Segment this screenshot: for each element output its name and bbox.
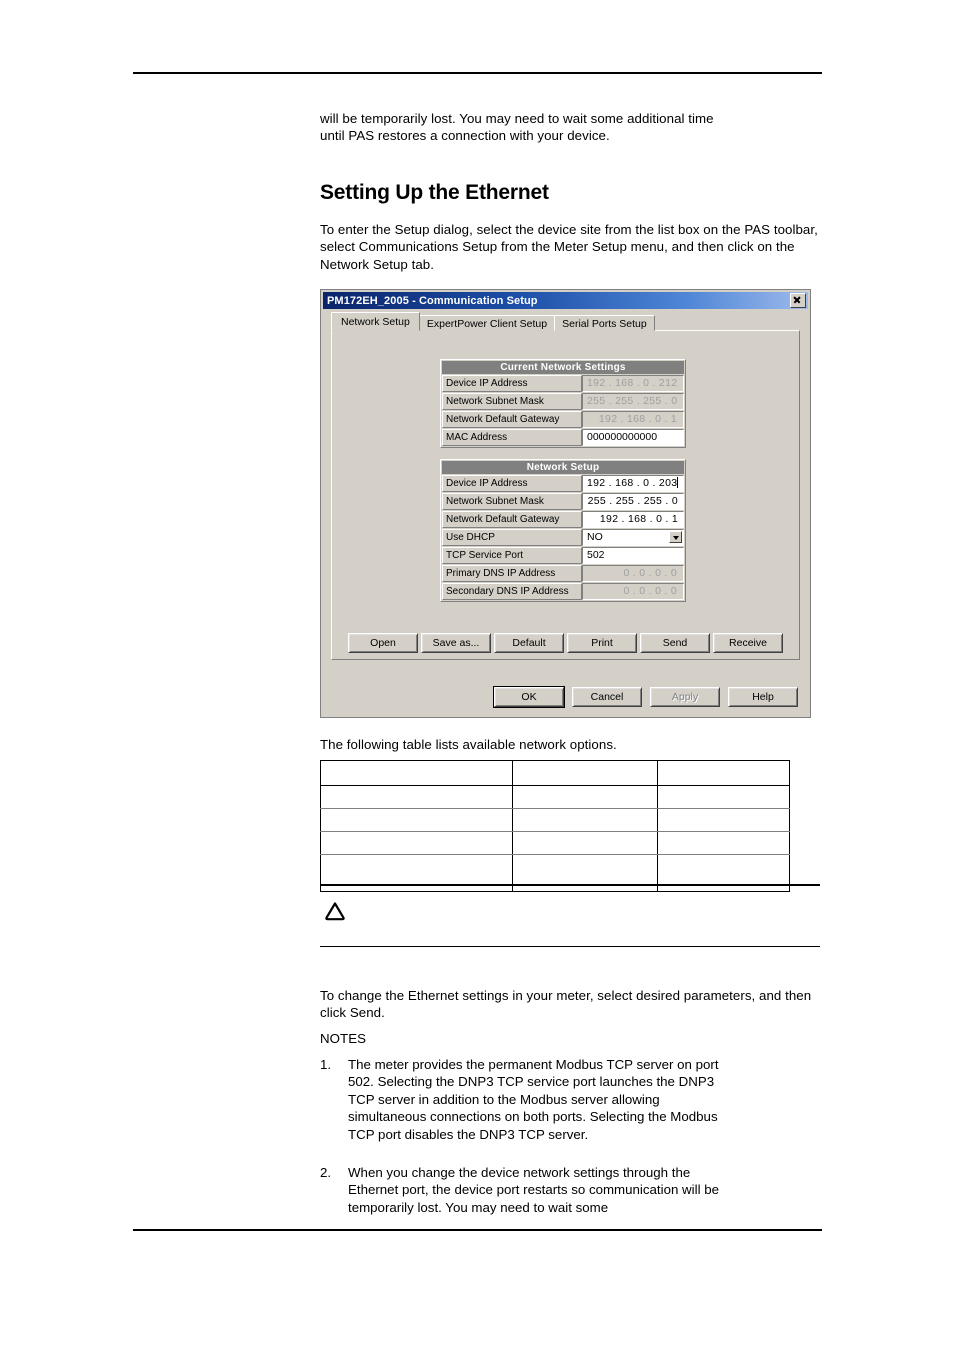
setup-tcp-service-port-input[interactable]: 502 <box>582 547 684 564</box>
setup-subnet-mask-input[interactable]: 255 . 255 . 255 . 0 <box>582 493 684 510</box>
cancel-button[interactable]: Cancel <box>572 687 642 707</box>
dialog-titlebar[interactable]: PM172EH_2005 - Communication Setup <box>323 292 808 309</box>
note-body <box>320 886 820 946</box>
table-cell <box>320 785 513 809</box>
setup-primary-dns-label: Primary DNS IP Address <box>442 565 582 582</box>
help-button[interactable]: Help <box>728 687 798 707</box>
network-setup-header: Network Setup <box>442 461 684 474</box>
ok-button[interactable]: OK <box>494 687 564 707</box>
table-row: Use DHCP NO <box>442 528 684 546</box>
network-options-table <box>320 760 790 892</box>
table-row: TCP Service Port 502 <box>442 546 684 564</box>
setup-use-dhcp-select[interactable]: NO <box>582 529 684 546</box>
text-caret <box>677 477 679 488</box>
current-mac-address-value: 000000000000 <box>582 429 684 446</box>
warning-triangle-icon <box>325 901 345 920</box>
dialog-title: PM172EH_2005 - Communication Setup <box>327 294 538 307</box>
note-bottom-rule <box>320 945 820 948</box>
current-device-ip-label: Device IP Address <box>442 375 582 392</box>
table-cell <box>657 760 790 786</box>
list-item: 1. The meter provides the permanent Modb… <box>320 1056 740 1143</box>
table-cell <box>512 808 658 832</box>
close-icon[interactable] <box>790 293 806 308</box>
page-footer-rule <box>133 1229 822 1231</box>
tabstrip: Network Setup ExpertPower Client Setup S… <box>331 312 655 331</box>
table-row: MAC Address 000000000000 <box>442 428 684 446</box>
tab-serial-ports-setup[interactable]: Serial Ports Setup <box>554 315 655 331</box>
save-as-button[interactable]: Save as... <box>421 633 491 653</box>
table-intro-paragraph: The following table lists available netw… <box>320 737 617 752</box>
list-item: 2. When you change the device network se… <box>320 1164 740 1216</box>
chevron-down-icon[interactable] <box>669 531 682 543</box>
table-row: Device IP Address 192 . 168 . 0 . 203 <box>442 474 684 492</box>
warning-note-box <box>320 884 820 948</box>
current-device-ip-value: 192 . 168 . 0 . 212 <box>582 375 684 392</box>
print-button[interactable]: Print <box>567 633 637 653</box>
table-cell <box>657 808 790 832</box>
table-row <box>320 831 790 855</box>
setup-subnet-mask-label: Network Subnet Mask <box>442 493 582 510</box>
note-number: 1. <box>320 1057 332 1072</box>
dialog-footer-buttons: OK Cancel Apply Help <box>494 687 798 707</box>
setup-secondary-dns-label: Secondary DNS IP Address <box>442 583 582 600</box>
note-text: When you change the device network setti… <box>348 1165 720 1215</box>
send-button[interactable]: Send <box>640 633 710 653</box>
current-subnet-mask-value: 255 . 255 . 255 . 0 <box>582 393 684 410</box>
notes-heading: NOTES <box>320 1031 367 1046</box>
communication-setup-dialog[interactable]: PM172EH_2005 - Communication Setup Netwo… <box>321 290 810 717</box>
page-header-rule <box>133 72 822 74</box>
tab-network-setup[interactable]: Network Setup <box>331 312 420 331</box>
table-row: Network Subnet Mask 255 . 255 . 255 . 0 <box>442 392 684 410</box>
note-text: The meter provides the permanent Modbus … <box>348 1057 719 1142</box>
current-network-settings-header: Current Network Settings <box>442 361 684 374</box>
table-cell <box>657 831 790 855</box>
table-row: Network Default Gateway 192 . 168 . 0 . … <box>442 410 684 428</box>
setup-device-ip-value: 192 . 168 . 0 . 203 <box>587 477 678 489</box>
setup-primary-dns-value: 0 . 0 . 0 . 0 <box>582 565 684 582</box>
action-button-row: Open Save as... Default Print Send Recei… <box>348 633 783 653</box>
setup-use-dhcp-value: NO <box>587 531 603 543</box>
change-settings-paragraph: To change the Ethernet settings in your … <box>320 988 812 1021</box>
table-cell <box>512 760 658 786</box>
apply-button: Apply <box>650 687 720 707</box>
setup-secondary-dns-value: 0 . 0 . 0 . 0 <box>582 583 684 600</box>
current-default-gateway-label: Network Default Gateway <box>442 411 582 428</box>
tab-expertpower-client-setup[interactable]: ExpertPower Client Setup <box>418 315 556 331</box>
receive-button[interactable]: Receive <box>713 633 783 653</box>
table-cell <box>320 831 513 855</box>
table-row: Device IP Address 192 . 168 . 0 . 212 <box>442 374 684 392</box>
table-row <box>320 785 790 809</box>
table-row: Secondary DNS IP Address 0 . 0 . 0 . 0 <box>442 582 684 600</box>
network-setup-group: Network Setup Device IP Address 192 . 16… <box>440 459 686 602</box>
table-row: Network Default Gateway 192 . 168 . 0 . … <box>442 510 684 528</box>
page-title: Setting Up the Ethernet <box>320 181 549 204</box>
current-network-settings-group: Current Network Settings Device IP Addre… <box>440 359 686 448</box>
current-default-gateway-value: 192 . 168 . 0 . 1 <box>582 411 684 428</box>
intro-paragraph: will be temporarily lost. You may need t… <box>320 111 714 144</box>
table-cell <box>657 785 790 809</box>
table-row: Primary DNS IP Address 0 . 0 . 0 . 0 <box>442 564 684 582</box>
table-cell <box>512 785 658 809</box>
table-row <box>320 808 790 832</box>
table-row: Network Subnet Mask 255 . 255 . 255 . 0 <box>442 492 684 510</box>
setup-use-dhcp-label: Use DHCP <box>442 529 582 546</box>
setup-paragraph: To enter the Setup dialog, select the de… <box>320 222 818 272</box>
tab-panel-network-setup: Current Network Settings Device IP Addre… <box>331 330 800 660</box>
setup-device-ip-label: Device IP Address <box>442 475 582 492</box>
setup-device-ip-input[interactable]: 192 . 168 . 0 . 203 <box>582 475 684 492</box>
table-cell <box>320 808 513 832</box>
table-cell <box>512 831 658 855</box>
default-button[interactable]: Default <box>494 633 564 653</box>
table-row <box>320 760 790 786</box>
current-mac-address-label: MAC Address <box>442 429 582 446</box>
table-cell <box>320 760 513 786</box>
current-subnet-mask-label: Network Subnet Mask <box>442 393 582 410</box>
setup-default-gateway-input[interactable]: 192 . 168 . 0 . 1 <box>582 511 684 528</box>
setup-tcp-service-port-label: TCP Service Port <box>442 547 582 564</box>
setup-default-gateway-label: Network Default Gateway <box>442 511 582 528</box>
note-number: 2. <box>320 1165 332 1180</box>
open-button[interactable]: Open <box>348 633 418 653</box>
